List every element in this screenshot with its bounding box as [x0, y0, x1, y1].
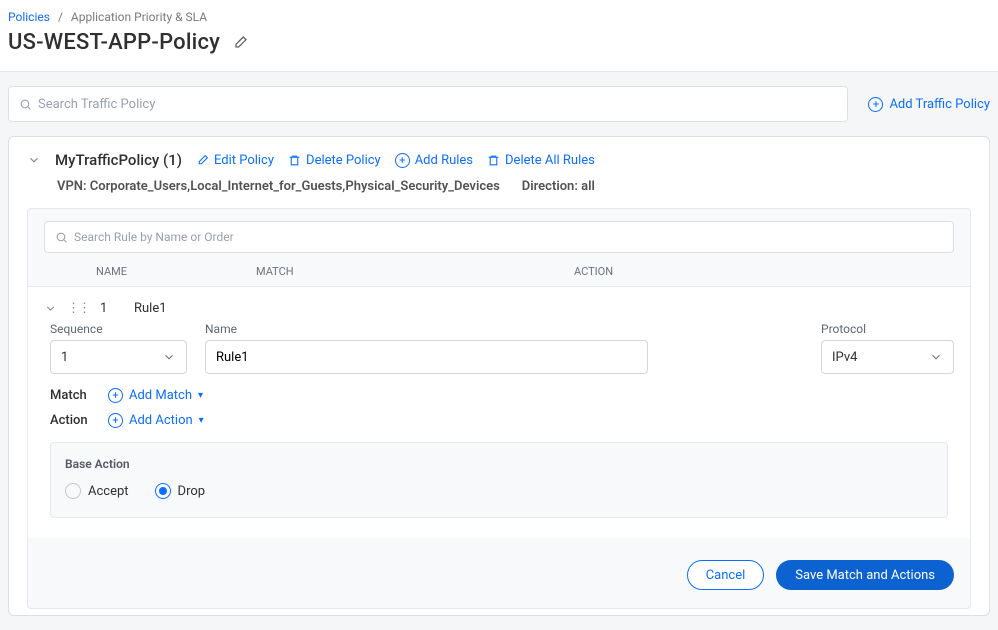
add-traffic-policy-label: Add Traffic Policy — [889, 97, 990, 112]
direction-meta: Direction: all — [522, 179, 595, 194]
rule-order: 1 — [100, 301, 108, 316]
drag-handle-icon[interactable]: ⋮⋮ — [67, 302, 78, 315]
add-rules-link[interactable]: + Add Rules — [395, 153, 473, 168]
page-title: US-WEST-APP-Policy — [8, 30, 220, 55]
column-name: NAME — [96, 265, 256, 278]
protocol-label: Protocol — [821, 322, 954, 336]
add-action-button[interactable]: + Add Action ▾ — [108, 413, 204, 428]
search-icon — [19, 98, 32, 111]
base-action-accept-radio[interactable]: Accept — [65, 483, 129, 499]
rule-columns-header: NAME MATCH ACTION — [28, 265, 970, 286]
rule-name-input[interactable] — [205, 340, 648, 374]
policy-name: MyTrafficPolicy (1) — [55, 151, 182, 169]
trash-icon — [487, 154, 500, 167]
base-action-title: Base Action — [65, 457, 933, 471]
page-title-row: US-WEST-APP-Policy — [0, 30, 998, 72]
collapse-rule-icon[interactable] — [44, 302, 57, 315]
vpn-meta: VPN: Corporate_Users,Local_Internet_for_… — [57, 179, 500, 194]
breadcrumb-root-link[interactable]: Policies — [8, 10, 50, 24]
search-icon — [55, 231, 68, 244]
edit-policy-link[interactable]: Edit Policy — [196, 153, 274, 168]
chevron-down-icon — [162, 350, 176, 364]
collapse-policy-icon[interactable] — [27, 153, 41, 167]
cancel-button[interactable]: Cancel — [687, 560, 765, 590]
plus-circle-icon: + — [395, 153, 410, 168]
plus-circle-icon: + — [868, 97, 883, 112]
rules-panel: NAME MATCH ACTION ⋮⋮ 1 Rule1 Sequence — [27, 208, 971, 609]
plus-circle-icon: + — [108, 413, 123, 428]
column-match: MATCH — [256, 265, 574, 278]
add-traffic-policy-button[interactable]: + Add Traffic Policy — [868, 97, 990, 112]
traffic-policy-search[interactable] — [8, 86, 848, 122]
policy-card: MyTrafficPolicy (1) Edit Policy Delete P… — [8, 136, 990, 616]
chevron-down-icon — [929, 350, 943, 364]
pencil-icon — [196, 154, 209, 167]
protocol-select[interactable]: IPv4 — [821, 340, 954, 374]
rule-row: ⋮⋮ 1 Rule1 Sequence 1 — [28, 286, 970, 538]
chevron-down-icon: ▾ — [198, 390, 203, 401]
radio-selected-icon — [155, 483, 171, 499]
name-label: Name — [205, 322, 648, 336]
rule-search-input[interactable] — [74, 230, 943, 244]
column-action: ACTION — [574, 265, 613, 278]
edit-title-icon[interactable] — [232, 35, 248, 51]
rule-name-label: Rule1 — [134, 301, 167, 316]
delete-all-rules-link[interactable]: Delete All Rules — [487, 153, 595, 168]
traffic-policy-search-input[interactable] — [38, 97, 837, 112]
action-section-label: Action — [50, 413, 94, 428]
breadcrumb-current: Application Priority & SLA — [71, 10, 207, 24]
match-section-label: Match — [50, 388, 94, 403]
breadcrumb-separator: / — [58, 10, 63, 24]
save-button[interactable]: Save Match and Actions — [776, 560, 954, 590]
base-action-panel: Base Action Accept Drop — [50, 442, 948, 518]
sequence-label: Sequence — [50, 322, 187, 336]
plus-circle-icon: + — [108, 388, 123, 403]
breadcrumb: Policies / Application Priority & SLA — [0, 0, 998, 30]
radio-icon — [65, 483, 81, 499]
trash-icon — [288, 154, 301, 167]
rule-search[interactable] — [44, 221, 954, 253]
sequence-select[interactable]: 1 — [50, 340, 187, 374]
delete-policy-link[interactable]: Delete Policy — [288, 153, 381, 168]
chevron-down-icon: ▾ — [199, 415, 204, 426]
add-match-button[interactable]: + Add Match ▾ — [108, 388, 203, 403]
base-action-drop-radio[interactable]: Drop — [155, 483, 206, 499]
